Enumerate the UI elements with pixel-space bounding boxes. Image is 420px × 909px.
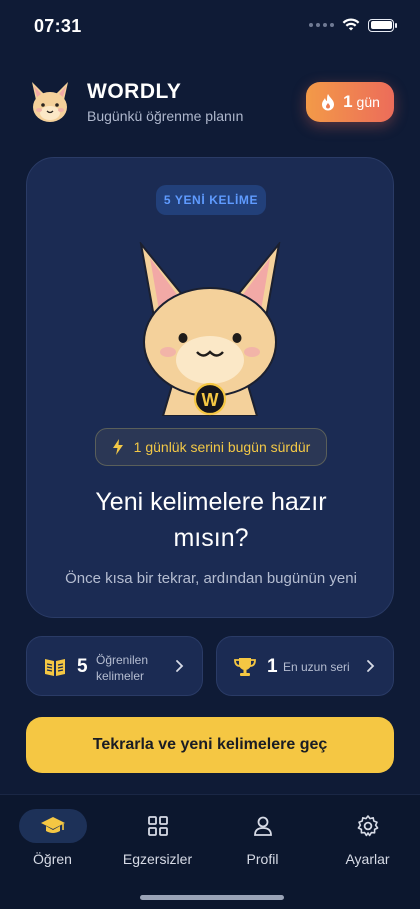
tab-learn-highlight [18, 809, 87, 843]
new-words-badge: 5 YENİ KELİME [156, 185, 266, 215]
tab-exercises-label: Egzersizler [122, 851, 193, 867]
tab-profile[interactable]: Profil [210, 809, 315, 869]
flame-icon [322, 94, 335, 111]
streak-unit: gün [356, 94, 380, 110]
open-book-icon [45, 659, 65, 676]
chevron-right-icon [367, 660, 375, 672]
graduation-cap-icon [40, 817, 65, 833]
hero-title: Yeni kelimelere hazır mısın? [95, 488, 327, 552]
streak-reminder-text: 1 günlük serini bugün sürdür [133, 439, 311, 455]
daily-plan-card: 5 YENİ KELİME W 1 günlük serini bugün sü… [26, 157, 394, 618]
longest-streak-count: 1 [267, 656, 278, 677]
status-time: 07:31 [34, 16, 82, 36]
status-bar: 07:31 [0, 0, 420, 52]
lightning-icon [112, 439, 123, 455]
app-title: WORDLY [87, 80, 182, 103]
start-review-button[interactable]: Tekrarla ve yeni kelimelere geç [26, 717, 394, 773]
learned-words-label: Öğrenilen kelimeler [96, 653, 149, 683]
mascot-avatar [32, 82, 68, 122]
longest-streak-card[interactable]: 1 En uzun seri [216, 636, 394, 696]
streak-pill[interactable]: 1 gün [306, 82, 394, 122]
home-indicator [140, 895, 284, 900]
tab-learn-label: Öğren [33, 851, 72, 867]
learned-words-card[interactable]: 5 Öğrenilen kelimeler [26, 636, 203, 696]
chevron-right-icon [176, 660, 184, 672]
grid-icon [147, 816, 168, 836]
svg-text:W: W [202, 390, 219, 410]
hero-description: Önce kısa bir tekrar, ardından bugünün y… [65, 570, 357, 587]
tab-settings[interactable]: Ayarlar [315, 809, 420, 869]
header: WORDLY Bugünkü öğrenme planın 1 gün [26, 76, 394, 126]
learned-words-count: 5 [77, 656, 88, 677]
streak-reminder-chip[interactable]: 1 günlük serini bugün sürdür [95, 428, 327, 466]
longest-streak-label: En uzun seri [283, 660, 350, 674]
trophy-icon [234, 658, 256, 676]
app-subtitle: Bugünkü öğrenme planın [87, 108, 244, 124]
status-icons [309, 18, 397, 32]
tab-learn[interactable]: Öğren [0, 809, 105, 869]
battery-icon [368, 18, 397, 32]
user-icon [253, 816, 272, 836]
tab-settings-label: Ayarlar [345, 851, 390, 867]
gear-icon [357, 815, 378, 837]
bottom-nav: Öğren Egzersizler Profil Ayarlar [0, 794, 420, 909]
mascot-illustration: W [139, 242, 281, 416]
streak-count: 1 [343, 92, 353, 111]
wifi-icon [342, 18, 360, 31]
tab-profile-label: Profil [246, 851, 279, 867]
tab-exercises[interactable]: Egzersizler [105, 809, 210, 869]
signal-icon [309, 23, 334, 27]
